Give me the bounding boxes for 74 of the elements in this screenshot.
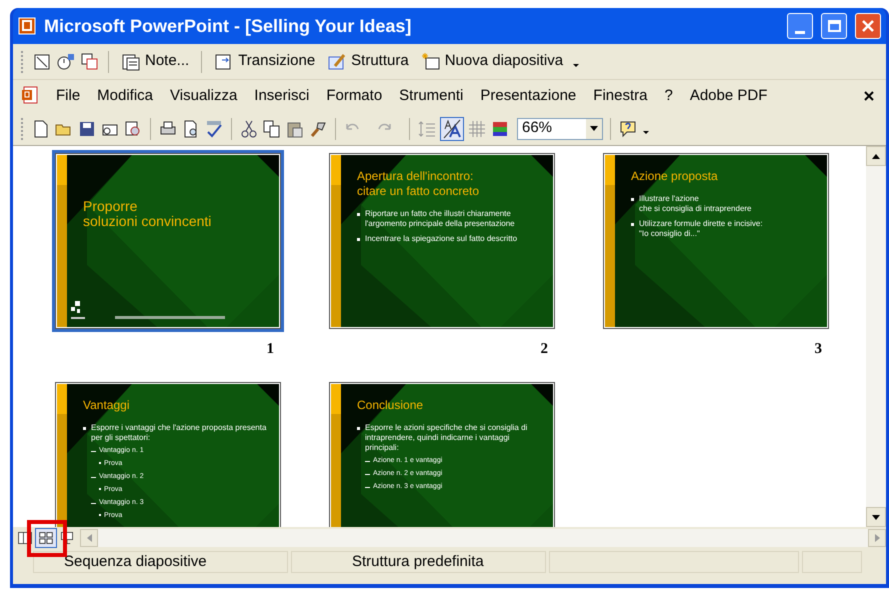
new-slide-icon [420, 52, 441, 72]
window-title: Microsoft PowerPoint - [Selling Your Ideas] [44, 14, 412, 38]
bullet-icon [83, 426, 86, 430]
menu-item[interactable]: Finestra [588, 84, 652, 108]
bullet-icon [631, 198, 634, 201]
timer-icon[interactable] [56, 52, 76, 72]
slide-thumbnail[interactable]: Proporre soluzioni convincenti [52, 150, 284, 332]
status-panel [802, 551, 862, 573]
slide-bullet-text: Incentrare la spiegazione sul fatto descritto [365, 234, 518, 244]
slide-title: Apertura dell'incontro: citare un fatto concreto [357, 169, 480, 199]
status-text: Struttura predefinita [291, 551, 546, 573]
toolbar-button[interactable]: Transizione [210, 48, 320, 74]
help-icon[interactable] [618, 118, 638, 138]
dash-icon [365, 486, 370, 488]
slide-bullet-text: Illustrare l'azione che si consiglia di intraprendere [639, 194, 752, 214]
pencil-icon [327, 52, 348, 72]
left-arrow-icon [86, 534, 92, 542]
notes-icon [121, 52, 141, 72]
logo-mark-icon [71, 301, 85, 319]
dash-icon [91, 502, 96, 504]
slide-number: 3 [814, 340, 822, 359]
slide-number: 2 [540, 340, 548, 359]
scroll-down-button[interactable] [866, 507, 886, 527]
menu-item[interactable]: File [51, 84, 86, 108]
bullet-icon [357, 238, 360, 241]
menu-item[interactable]: ? [659, 84, 678, 108]
bullet-icon [631, 223, 634, 226]
toolbar-button[interactable]: Struttura [323, 48, 413, 74]
duplicate-slides-icon[interactable] [80, 52, 100, 72]
close-icon [861, 19, 875, 33]
minimize-button[interactable] [787, 13, 813, 39]
slide-bullet-text: Esporre le azioni specifiche che si consiglia di intraprendere, quindi indicarne i vantaggi principali: [365, 422, 528, 452]
menu-item[interactable]: Visualizza [165, 84, 242, 108]
slide-thumbnail[interactable]: Apertura dell'incontro: citare un fatto concreto Riportare un fatto che illustri chiaramente l'argomento principale della presentazione Incentrare la spiegazione sul fatto descritto [326, 150, 558, 332]
copy-icon[interactable] [262, 118, 282, 138]
dropdown-arrow-icon [590, 126, 598, 131]
menu-item[interactable]: Presentazione [475, 84, 582, 108]
slide-title: Conclusione [357, 398, 424, 412]
menu-item[interactable]: Modifica [92, 84, 158, 108]
menu-item[interactable]: Strumenti [394, 84, 468, 108]
down-arrow-icon [872, 514, 880, 520]
toolbar-button[interactable]: Note... [117, 48, 194, 74]
zoom-field[interactable]: 66% [517, 118, 603, 140]
slide-number: 1 [266, 340, 274, 359]
maximize-button[interactable] [821, 13, 847, 39]
dash-icon [365, 460, 370, 462]
menu-item[interactable]: Formato [321, 84, 388, 108]
slide-icon[interactable] [32, 52, 52, 72]
spell-check-icon[interactable] [204, 118, 224, 138]
up-arrow-icon [872, 154, 880, 158]
formatting-toggle-button[interactable] [440, 116, 464, 140]
app-icon [18, 17, 36, 35]
right-arrow-icon [874, 534, 880, 542]
slide-bullet-text: Riportare un fatto che illustri chiaramente l'argomento principale della presentazione [365, 209, 516, 229]
bullet-icon [357, 426, 360, 430]
slide-thumbnail[interactable]: Azione proposta Illustrare l'azione che si consiglia di intraprendere Utilizzare formule dirette e incisive: "Io consiglio di..." [600, 150, 832, 332]
dash-icon [91, 476, 96, 478]
vertical-scrollbar[interactable] [866, 146, 886, 527]
slide-bullet-text: Utilizzare formule dirette e incisive: "Io consiglio di..." [639, 219, 763, 239]
close-button[interactable] [855, 13, 881, 39]
slide-title: Vantaggi [83, 398, 130, 412]
slide-title: Proporre soluzioni convincenti [83, 199, 212, 229]
bullet-icon [357, 213, 360, 216]
view-sorter-button[interactable] [35, 528, 57, 548]
dash-icon [91, 450, 96, 452]
slide-bullet-text: Esporre i vantaggi che l'azione proposta presenta per gli spettatori: [91, 422, 268, 442]
slide-title: Azione proposta [631, 169, 719, 184]
cut-icon[interactable] [239, 118, 259, 138]
menu-item[interactable]: Adobe PDF [684, 84, 772, 108]
status-text: Sequenza diapositive [33, 551, 288, 573]
highlight-frame [27, 520, 67, 557]
toolbar-button[interactable]: Nuova diapositiva [416, 48, 568, 74]
menu-item[interactable]: Inserisci [249, 84, 314, 108]
scroll-up-button[interactable] [866, 146, 886, 166]
